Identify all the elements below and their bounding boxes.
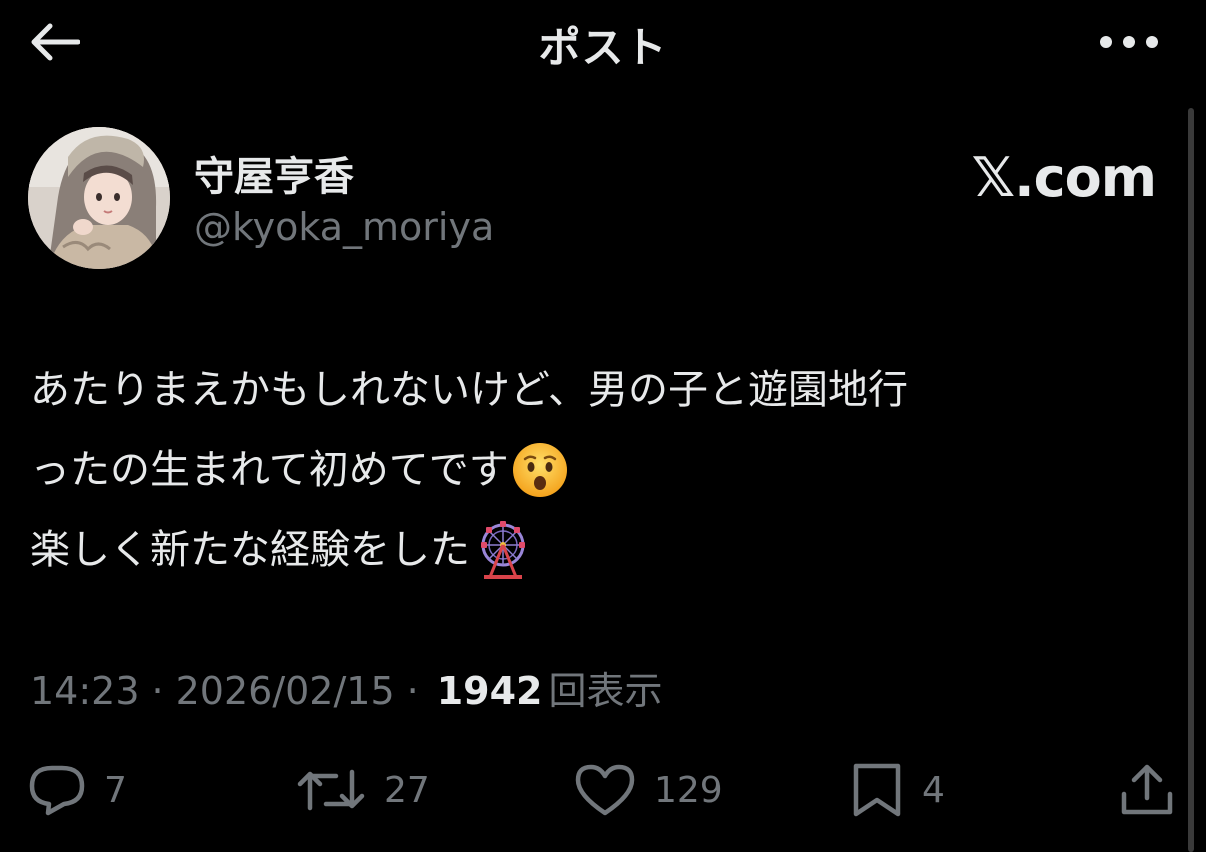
- bookmark-button[interactable]: 4: [850, 758, 945, 822]
- scrollbar[interactable]: [1188, 108, 1194, 852]
- reply-count: 7: [104, 769, 127, 811]
- avatar[interactable]: [28, 127, 170, 269]
- like-count: 129: [654, 769, 723, 811]
- like-button[interactable]: 129: [574, 758, 723, 822]
- post-line-text: あたりまえかもしれないけど、男の子と遊園地行: [30, 367, 908, 413]
- repost-button[interactable]: 27: [296, 758, 430, 822]
- brand-suffix: .com: [1014, 146, 1157, 209]
- ferris-wheel-emoji: [481, 521, 525, 579]
- post-line: あたりまえかもしれないけど、男の子と遊園地行: [30, 350, 1180, 430]
- bookmark-icon: [853, 763, 901, 817]
- action-bar: 7 27 129 4: [0, 750, 1206, 830]
- post-text: あたりまえかもしれないけど、男の子と遊園地行 ったの生まれて初めてです 楽しく新…: [30, 350, 1180, 590]
- share-icon: [1121, 764, 1173, 815]
- heart-icon: [575, 764, 635, 816]
- hushed-face-emoji: [512, 443, 567, 497]
- meta-separator: ·: [406, 669, 419, 713]
- more-horizontal-icon: [1100, 36, 1158, 48]
- views-label: 回表示: [548, 669, 663, 713]
- post-line-text: 楽しく新たな経験をした: [30, 527, 470, 573]
- post-time[interactable]: 14:23: [30, 669, 140, 713]
- share-button[interactable]: [1118, 758, 1176, 822]
- post-line: 楽しく新たな経験をした: [30, 510, 1180, 590]
- post-date[interactable]: 2026/02/15: [176, 669, 395, 713]
- bookmark-count: 4: [922, 769, 945, 811]
- repost-count: 27: [384, 769, 430, 811]
- meta-separator: ·: [151, 669, 164, 713]
- reply-icon: [29, 765, 85, 816]
- profile-photo: [28, 127, 170, 269]
- top-bar: ポスト: [0, 0, 1206, 84]
- x-com-watermark: 𝕏.com: [971, 146, 1157, 209]
- views-count[interactable]: 1942: [437, 669, 543, 713]
- repost-icon: [297, 769, 365, 811]
- page-title: ポスト: [538, 23, 668, 72]
- post-meta: 14:23 · 2026/02/15 · 1942 回表示: [30, 660, 663, 715]
- x-logo: 𝕏: [971, 146, 1016, 209]
- reply-button[interactable]: 7: [28, 758, 127, 822]
- post-line: ったの生まれて初めてです: [30, 430, 1180, 510]
- author-name[interactable]: 守屋亨香: [194, 144, 354, 202]
- more-options-button[interactable]: [1094, 20, 1164, 64]
- author-handle[interactable]: @kyoka_moriya: [194, 205, 494, 249]
- post-line-text: ったの生まれて初めてです: [30, 447, 509, 493]
